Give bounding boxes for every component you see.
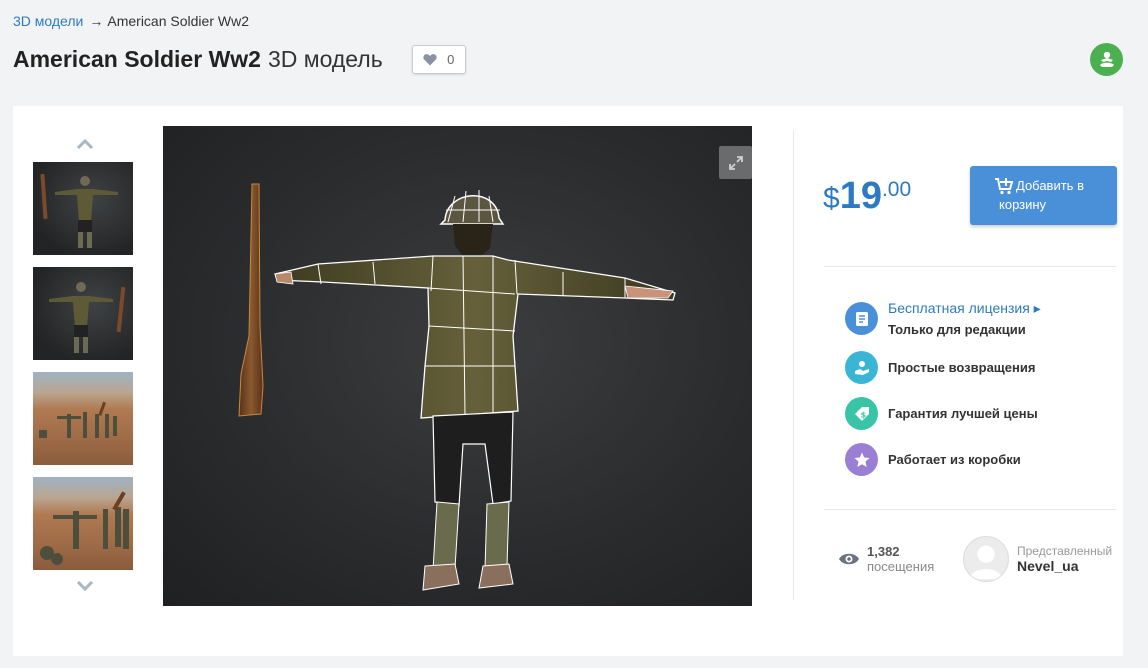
breadcrumb: 3D модели → American Soldier Ww2 xyxy=(13,13,249,29)
star-icon xyxy=(845,443,878,476)
feature-works-out-of-box: Работает из коробки xyxy=(845,443,1021,476)
like-button[interactable]: 0 xyxy=(411,44,466,74)
thumbnail-1[interactable] xyxy=(33,162,133,255)
breadcrumb-arrow: → xyxy=(89,13,104,29)
svg-text:$: $ xyxy=(860,410,866,419)
divider-bottom xyxy=(824,509,1116,510)
page-title: American Soldier Ww2 xyxy=(13,45,261,72)
views-count: 1,382 xyxy=(867,544,900,559)
expand-icon[interactable] xyxy=(719,146,752,179)
license-link[interactable]: Бесплатная лицензия ▸ xyxy=(888,300,1041,317)
cart-icon xyxy=(995,178,1014,195)
breadcrumb-current: American Soldier Ww2 xyxy=(107,13,249,29)
views-stat: 1,382 посещения xyxy=(838,544,934,574)
price-currency: $ xyxy=(823,182,840,215)
author-name[interactable]: Nevel_ua xyxy=(1017,559,1112,574)
thumbs-up-chevron-icon[interactable] xyxy=(73,134,97,154)
soldier-model-render xyxy=(238,183,676,591)
model-preview-image[interactable] xyxy=(163,126,752,606)
price-integer: 19 xyxy=(839,175,882,217)
feature-license-label: Только для редакции xyxy=(888,322,1026,337)
price-tag-icon: $ xyxy=(845,397,878,430)
author-label: Представленный xyxy=(1017,544,1113,558)
heart-icon xyxy=(423,53,437,65)
document-icon xyxy=(845,302,878,335)
feature-returns: Простые возвращения xyxy=(845,351,1035,384)
feature-returns-label: Простые возвращения xyxy=(888,360,1036,375)
feature-best-price: $ Гарантия лучшей цены xyxy=(845,397,1038,430)
thumbnail-2[interactable] xyxy=(33,267,133,360)
like-count: 0 xyxy=(447,51,455,67)
thumbnail-3[interactable] xyxy=(33,372,133,465)
price: $ 19 .00 xyxy=(823,176,911,216)
divider-top xyxy=(824,266,1116,267)
feature-license: Бесплатная лицензия ▸ Только для редакци… xyxy=(845,300,1041,337)
featured-badge-icon[interactable] xyxy=(1090,43,1123,76)
panel-divider xyxy=(793,130,794,600)
views-label: посещения xyxy=(867,559,935,574)
author-block[interactable]: Представленный Nevel_ua xyxy=(963,536,1112,582)
breadcrumb-link-3d-models[interactable]: 3D модели xyxy=(13,13,83,29)
feature-works-label: Работает из коробки xyxy=(888,452,1021,467)
add-to-cart-button[interactable]: Добавить в корзину xyxy=(970,166,1117,225)
add-to-cart-label-line2: корзину xyxy=(999,197,1047,212)
avatar[interactable] xyxy=(963,536,1009,582)
title-row: American Soldier Ww2 3D модель 0 xyxy=(13,44,466,74)
thumbs-down-chevron-icon[interactable] xyxy=(73,576,97,596)
product-panel: $ 19 .00 Добавить в корзину Бесплатная л… xyxy=(13,106,1123,656)
eye-icon xyxy=(839,553,859,565)
feature-best-price-label: Гарантия лучшей цены xyxy=(888,406,1038,421)
page-title-suffix: 3D модель xyxy=(267,45,383,72)
hand-person-icon xyxy=(845,351,878,384)
thumbnail-4[interactable] xyxy=(33,477,133,570)
price-decimal: .00 xyxy=(881,178,912,201)
